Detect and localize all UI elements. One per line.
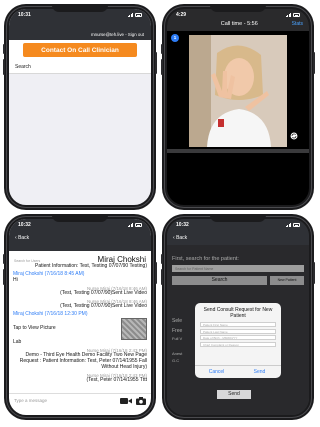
message-subtext: Lab xyxy=(13,338,22,345)
signal-icon xyxy=(127,13,133,17)
message-input-bar: Type a message xyxy=(9,393,151,407)
phone-frame-consult: 10:32 ‹ Back First, search for the patie… xyxy=(161,214,315,420)
message-text: (Test, Testing 07/07/90)Sent Live Video xyxy=(60,303,147,310)
search-row[interactable]: Search xyxy=(9,61,151,74)
user-search-input[interactable]: Search for Users xyxy=(14,256,40,263)
menu-screen: 10:31 mnurse@teh.live - Sign out Contact… xyxy=(9,9,151,205)
user-signout-link[interactable]: mnurse@teh.live - Sign out xyxy=(9,31,151,40)
battery-icon xyxy=(135,223,142,227)
message-item: Patient Information: Test, Testing 07/07… xyxy=(13,263,147,270)
message-item: Nurse Miraj (7/16/18 2:43 PM) (Test, Pet… xyxy=(13,373,148,384)
message-text: Tap to View Picture xyxy=(13,324,56,331)
phone-frame-video-call: 4:29 Call time - 5:56 Stats 1 xyxy=(161,4,315,210)
battery-icon xyxy=(293,13,300,17)
nav-bar: 10:32 ‹ Back xyxy=(9,219,151,251)
nav-bar: 10:32 ‹ Back xyxy=(167,219,309,245)
status-area: 10:31 xyxy=(9,9,151,31)
chat-screen: 10:32 ‹ Back Search for Users Miraj Chok… xyxy=(9,219,151,415)
picture-thumbnail[interactable] xyxy=(121,317,147,340)
camera-flip-icon[interactable] xyxy=(290,132,298,140)
back-button[interactable]: ‹ Back xyxy=(167,231,309,241)
call-controls-strip xyxy=(167,149,309,153)
dialog-actions: Cancel Send xyxy=(195,365,281,378)
consult-screen: 10:32 ‹ Back First, search for the patie… xyxy=(167,219,309,415)
phone-frame-menu: 10:31 mnurse@teh.live - Sign out Contact… xyxy=(3,4,157,210)
back-label: Back xyxy=(176,235,188,241)
notch xyxy=(210,214,266,222)
battery-icon xyxy=(293,223,300,227)
stats-button[interactable]: Stats xyxy=(292,21,303,27)
message-item: Miraj Chokshi (7/16/18 8:45 AM) Hi xyxy=(13,271,147,284)
status-time: 10:32 xyxy=(176,222,189,228)
call-time: Call time - 5:56 xyxy=(220,21,258,27)
cancel-button[interactable]: Cancel xyxy=(195,366,238,378)
video-frame-person xyxy=(189,35,287,147)
message-text: Patient Information: Test, Testing 07/07… xyxy=(34,263,147,269)
remote-video xyxy=(189,35,287,147)
phone-frame-chat: 10:32 ‹ Back Search for Users Miraj Chok… xyxy=(3,214,157,420)
last-name-field[interactable]: Patient Last Name xyxy=(200,328,276,334)
status-time: 10:32 xyxy=(18,222,31,228)
picture-row[interactable]: Tap to View Picture xyxy=(13,317,147,340)
signal-icon xyxy=(285,13,291,17)
status-time: 10:31 xyxy=(18,12,31,18)
oncall-container: Contact On Call Clinician xyxy=(9,40,151,61)
message-item: Nurse Miraj (7/16/18 2:43 PM) Demo - Thi… xyxy=(13,348,147,371)
video-camera-icon[interactable] xyxy=(120,397,132,405)
photo-camera-icon[interactable] xyxy=(136,396,146,405)
send-dialog-button[interactable]: Send xyxy=(238,366,281,378)
notch xyxy=(52,4,108,12)
participant-badge: 1 xyxy=(171,34,179,42)
send-button[interactable]: Send xyxy=(217,390,251,399)
message-item: Nurse Miraj (7/16/18 8:46 AM) (Test, Tes… xyxy=(13,286,147,297)
message-text: Hi xyxy=(13,276,18,283)
contact-oncall-button[interactable]: Contact On Call Clinician xyxy=(23,43,137,57)
first-name-field[interactable]: Patient First Name xyxy=(200,322,276,327)
message-list: Patient Information: Test, Testing 07/07… xyxy=(9,263,151,384)
back-button[interactable]: ‹ Back xyxy=(9,231,151,241)
dialog-title: Send Consult Request for New Patient xyxy=(203,307,273,319)
status-time: 4:29 xyxy=(176,12,187,18)
dob-field[interactable]: Date of Birth - MM/DD/YY xyxy=(200,335,276,340)
notch xyxy=(52,214,108,222)
video-call-screen: 4:29 Call time - 5:56 Stats 1 xyxy=(167,9,309,205)
complaint-field[interactable]: Chief Complaint or Reason xyxy=(200,341,276,347)
message-input[interactable]: Type a message xyxy=(14,398,116,403)
battery-icon xyxy=(135,13,142,17)
message-text: (Test, Testing 07/07/90)Sent Live Video xyxy=(60,289,147,296)
message-text: (Test, Peter 07/14/1955 Tttt xyxy=(86,377,148,384)
notch xyxy=(210,4,266,12)
signal-icon xyxy=(285,223,291,227)
signal-icon xyxy=(127,223,133,227)
message-item: Nurse Miraj (7/16/18 8:46 AM) (Test, Tes… xyxy=(13,299,147,310)
message-text: Demo - Third Eye Health Demo Facility Tw… xyxy=(19,352,147,370)
message-item: Miraj Chokshi (7/16/18 12:30 PM) Tap to … xyxy=(13,311,147,346)
back-label: Back xyxy=(18,235,30,241)
consult-request-dialog: Send Consult Request for New Patient Pat… xyxy=(195,303,281,378)
